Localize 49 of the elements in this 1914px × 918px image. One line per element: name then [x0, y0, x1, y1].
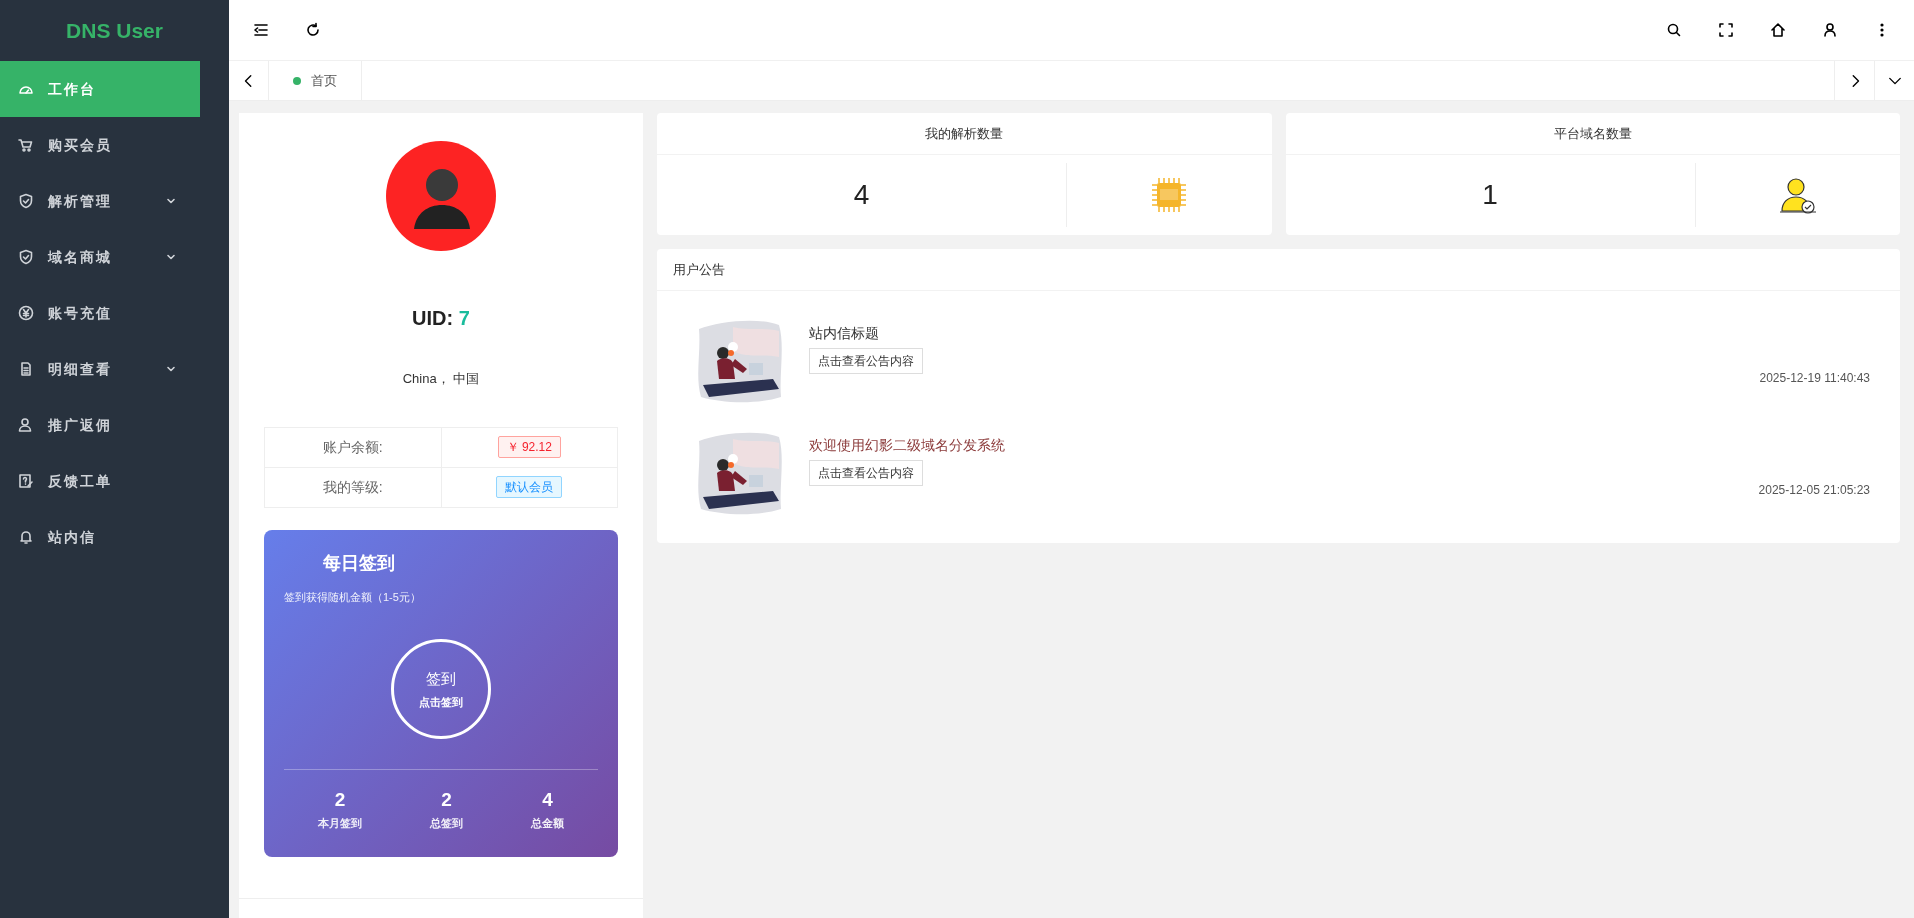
user-icon[interactable] — [1822, 22, 1838, 38]
stat-value: 2 — [333, 788, 347, 812]
sidebar-item[interactable]: 明细查看 — [0, 341, 229, 397]
bell-icon — [18, 529, 34, 545]
card-title: 用户公告 — [657, 249, 1900, 291]
stat-value: 4 — [657, 163, 1067, 227]
stat-value: 4 — [541, 788, 554, 812]
ticket-icon — [18, 473, 34, 489]
timestamp: 2025-12-05 21:05:23 — [1758, 482, 1870, 499]
announcement-title: 欢迎使用幻影二级域名分发系统 — [809, 436, 1005, 455]
announcement-title: 站内信标题 — [809, 324, 879, 343]
search-icon[interactable] — [1666, 22, 1682, 38]
table-cell: 账户余额: — [264, 427, 441, 467]
sidebar-item[interactable]: 域名商城 — [0, 229, 229, 285]
tag: 默认会员 — [496, 476, 563, 498]
menu-icon[interactable] — [253, 22, 269, 38]
checkin-subtitle: 签到获得随机金额（1-5元） — [284, 589, 422, 605]
view-button[interactable]: 点击查看公告内容 — [809, 348, 923, 374]
checkin-button[interactable]: 签到 点击签到 — [391, 639, 491, 739]
fullscreen-icon[interactable] — [1718, 22, 1734, 38]
refresh-icon[interactable] — [305, 22, 321, 38]
stat-label: 总金额 — [531, 815, 564, 831]
sidebar-item[interactable]: 反馈工单 — [0, 453, 229, 509]
home-icon[interactable] — [1770, 22, 1786, 38]
stat-label: 本月签到 — [318, 815, 362, 831]
logo-text: DNS User — [65, 17, 164, 44]
stat-value: 1 — [1285, 163, 1696, 227]
uid-text: UID: 7 — [412, 306, 470, 331]
sidebar-item[interactable]: 购买会员 — [0, 117, 229, 173]
location-text: China， 中国 — [402, 370, 480, 388]
checkin-title: 每日签到 — [322, 551, 396, 575]
shield-icon — [18, 249, 34, 265]
stat-label: 总签到 — [430, 815, 463, 831]
document-icon — [18, 361, 34, 377]
cart-icon — [18, 137, 34, 153]
table-cell: 我的等级: — [264, 467, 441, 507]
sidebar-item[interactable]: 推广返佣 — [0, 397, 229, 453]
stat-title: 我的解析数量 — [657, 113, 1272, 155]
view-button[interactable]: 点击查看公告内容 — [809, 460, 923, 486]
stat-title: 平台域名数量 — [1285, 113, 1900, 155]
sidebar-item[interactable]: 站内信 — [0, 509, 229, 565]
stat-value: 2 — [440, 788, 453, 812]
yen-icon — [18, 305, 34, 321]
user-icon — [18, 417, 34, 433]
shield-icon — [18, 193, 34, 209]
timestamp: 2025-12-19 11:40:43 — [1759, 370, 1870, 387]
tag: ￥ 92.12 — [497, 436, 561, 458]
sidebar-item[interactable]: 解析管理 — [0, 173, 229, 229]
sidebar-item[interactable]: 账号充值 — [0, 285, 229, 341]
